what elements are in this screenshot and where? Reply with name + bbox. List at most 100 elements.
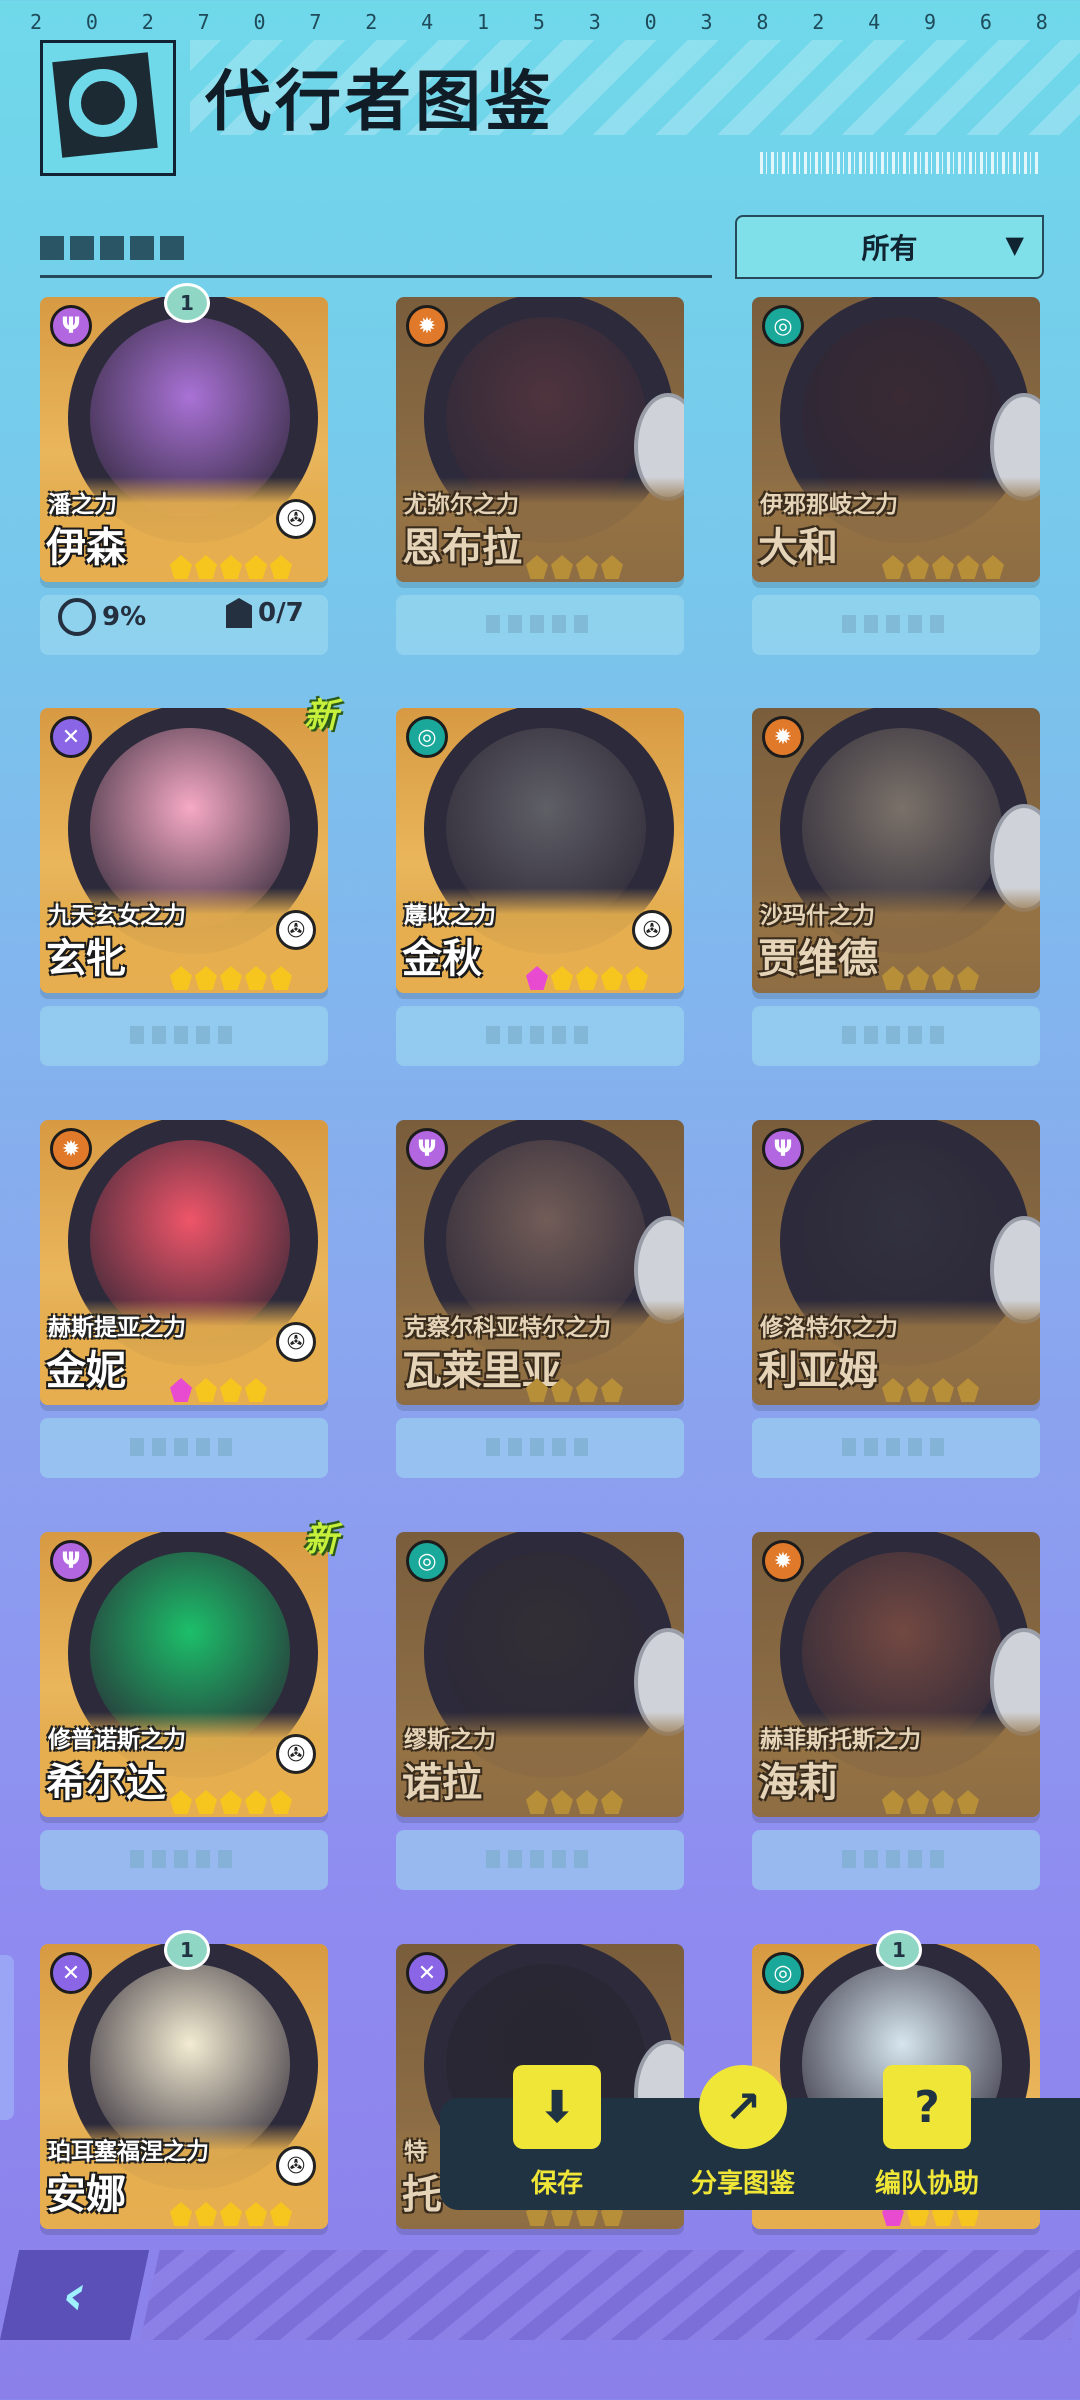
star-icon (601, 1378, 623, 1402)
element-icon: ✕ (406, 1952, 448, 1994)
agent-card[interactable]: 修普诺斯之力 希尔达 Ψ ✇ 新 (40, 1520, 338, 1822)
top-number: 2 (30, 10, 45, 34)
rarity-stars (170, 1378, 267, 1402)
agent-card[interactable]: 修洛特尔之力 利亚姆 Ψ (752, 1120, 1040, 1410)
card-underplate (40, 1418, 328, 1478)
card-panel: 尤弥尔之力 恩布拉 ✹ (396, 297, 684, 582)
agent-name: 安娜 (46, 2172, 126, 2218)
agent-name: 贾维德 (758, 936, 878, 982)
agent-card[interactable]: 尤弥尔之力 恩布拉 ✹ (396, 297, 684, 587)
agent-name: 金秋 (402, 936, 482, 982)
filter-dropdown[interactable]: 所有 ▼ (735, 215, 1044, 279)
top-number: 2 (365, 10, 380, 34)
share-label: 分享图鉴 (690, 2169, 795, 2199)
element-icon: Ψ (762, 1128, 804, 1170)
star-icon (220, 1378, 242, 1402)
rarity-stars (882, 966, 979, 990)
agent-card[interactable]: 赫菲斯托斯之力 海莉 ✹ (752, 1532, 1040, 1822)
element-icon: ✹ (406, 305, 448, 347)
power-label: 沙玛什之力 (760, 903, 875, 929)
top-number: 0 (644, 10, 659, 34)
back-button[interactable]: ‹ (0, 2250, 150, 2340)
card-underplate (40, 1830, 328, 1890)
card-underplate (396, 595, 684, 655)
card-panel: 伊邪那岐之力 大和 ◎ (752, 297, 1040, 582)
collect-stat: 0/7 (226, 598, 304, 628)
star-icon (270, 2202, 292, 2226)
star-icon (932, 966, 954, 990)
save-label: 保存 (530, 2169, 583, 2199)
agent-card[interactable]: 潘之力 伊森 Ψ ✇ 1 (40, 283, 328, 587)
star-icon (526, 1790, 548, 1814)
agent-name: 海莉 (758, 1760, 838, 1806)
agent-card[interactable]: 赫斯提亚之力 金妮 ✹ ✇ (40, 1120, 328, 1410)
back-arrow-icon: ‹ (56, 2262, 94, 2328)
star-icon (170, 555, 192, 579)
power-label: 修普诺斯之力 (48, 1727, 186, 1753)
star-icon (576, 966, 598, 990)
top-number: 9 (924, 10, 939, 34)
agent-name: 大和 (758, 525, 838, 571)
top-number: 2 (812, 10, 827, 34)
card-panel: 蓐收之力 金秋 ◎ ✇ (396, 708, 684, 993)
top-number: 8 (756, 10, 771, 34)
agent-name: 利亚姆 (758, 1348, 878, 1394)
team-label: 编队协助 (874, 2169, 979, 2199)
save-button[interactable]: ⬇ 保存 (482, 2065, 632, 2200)
element-icon: ✕ (50, 1952, 92, 1994)
rarity-stars (882, 1378, 979, 1402)
progress-value: 9% (102, 602, 147, 632)
element-icon: ◎ (406, 716, 448, 758)
star-icon (576, 1790, 598, 1814)
card-underplate (752, 1418, 1040, 1478)
star-icon (551, 1378, 573, 1402)
power-label: 赫菲斯托斯之力 (760, 1727, 921, 1753)
star-icon (170, 1790, 192, 1814)
agent-card[interactable]: 伊邪那岐之力 大和 ◎ (752, 297, 1040, 587)
top-number: 4 (868, 10, 883, 34)
star-icon (220, 966, 242, 990)
star-icon (957, 1790, 979, 1814)
card-panel: 九天玄女之力 玄牝 ✕ ✇ (40, 708, 328, 993)
top-number: 8 (1035, 10, 1050, 34)
agent-card[interactable]: 九天玄女之力 玄牝 ✕ ✇ 新 (40, 696, 338, 998)
star-icon (882, 966, 904, 990)
power-label: 赫斯提亚之力 (48, 1315, 186, 1341)
rarity-stars (170, 555, 292, 579)
agent-card[interactable]: 珀耳塞福涅之力 安娜 ✕ ✇ 1 (40, 1930, 328, 2234)
star-icon (957, 1378, 979, 1402)
page-title: 代行者图鉴 (205, 63, 555, 140)
star-icon (526, 966, 548, 990)
agent-name: 伊森 (46, 525, 126, 571)
agent-card[interactable]: 蓐收之力 金秋 ◎ ✇ (396, 708, 684, 998)
top-number: 5 (532, 10, 547, 34)
level-badge: 1 (164, 283, 210, 323)
power-label: 珀耳塞福涅之力 (48, 2139, 209, 2165)
star-icon (170, 966, 192, 990)
star-icon (245, 2202, 267, 2226)
power-label: 尤弥尔之力 (404, 492, 519, 518)
star-icon (957, 966, 979, 990)
card-panel: 珀耳塞福涅之力 安娜 ✕ ✇ (40, 1944, 328, 2229)
star-icon (551, 555, 573, 579)
team-assist-button[interactable]: ? 编队协助 (852, 2065, 1002, 2200)
element-icon: ◎ (762, 1952, 804, 1994)
star-icon (245, 966, 267, 990)
agent-card[interactable]: 缪斯之力 诺拉 ◎ (396, 1532, 684, 1822)
top-number-strip: 2 0 2 7 0 7 2 4 1 5 3 0 3 8 2 4 9 6 8 (30, 10, 1050, 34)
agent-card[interactable]: 沙玛什之力 贾维德 ✹ (752, 708, 1040, 998)
side-tab[interactable] (0, 1955, 14, 2120)
collect-icon (226, 598, 252, 628)
share-codex-button[interactable]: ↗ 分享图鉴 (668, 2065, 818, 2200)
download-icon: ⬇ (513, 2065, 601, 2149)
element-icon: ◎ (762, 305, 804, 347)
card-underplate (752, 595, 1040, 655)
power-label: 缪斯之力 (404, 1727, 496, 1753)
rarity-stars (526, 966, 648, 990)
card-underplate (396, 1418, 684, 1478)
agent-card[interactable]: 克察尔科亚特尔之力 瓦莱里亚 Ψ (396, 1120, 684, 1410)
star-icon (270, 555, 292, 579)
star-icon (932, 1378, 954, 1402)
chevron-down-icon: ▼ (1005, 231, 1024, 259)
star-icon (195, 2202, 217, 2226)
